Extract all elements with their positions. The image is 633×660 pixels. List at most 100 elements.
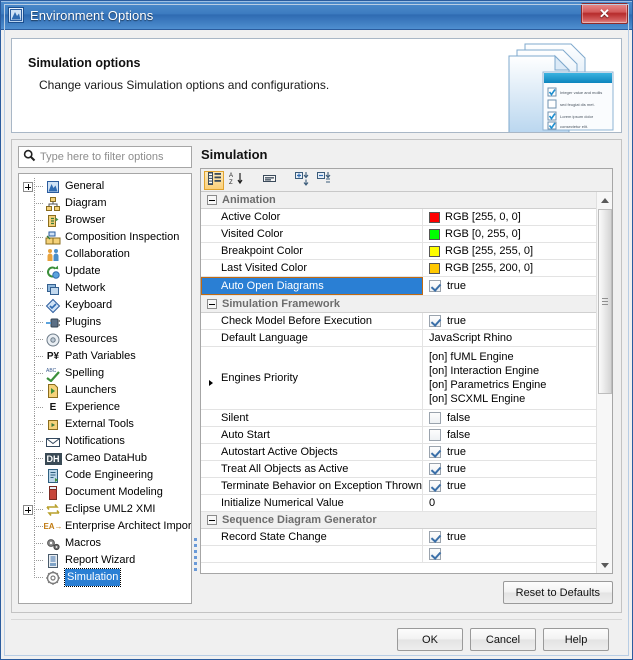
tree-item-plugins[interactable]: Plugins <box>19 314 191 331</box>
property-row[interactable]: Engines Priority [on] fUML Engine [on] Int… <box>201 347 596 410</box>
property-name-cell[interactable]: Auto Open Diagrams <box>201 277 423 295</box>
property-checkbox[interactable] <box>429 315 441 327</box>
search-input[interactable] <box>36 150 187 164</box>
tree-item-cameo-datahub[interactable]: DH Cameo DataHub <box>19 450 191 467</box>
property-row[interactable]: Initialize Numerical Value 0 <box>201 495 596 512</box>
property-row[interactable]: Terminate Behavior on Exception Thrown tr… <box>201 478 596 495</box>
tree-item-experience[interactable]: E Experience <box>19 399 191 416</box>
collapse-toggle-icon[interactable] <box>207 299 217 309</box>
property-name-cell[interactable]: Engines Priority <box>201 347 423 409</box>
tree-item-enterprise-architect-import[interactable]: EA→ Enterprise Architect Import <box>19 518 191 535</box>
property-value-cell[interactable]: [on] fUML Engine [on] Interaction Engine [… <box>423 347 596 409</box>
property-name-cell[interactable]: Active Color <box>201 209 423 225</box>
collapse-toggle-icon[interactable] <box>207 195 217 205</box>
property-checkbox[interactable] <box>429 531 441 543</box>
tree-item-code-engineering[interactable]: Code Engineering <box>19 467 191 484</box>
property-value-cell[interactable]: RGB [0, 255, 0] <box>423 226 596 242</box>
property-checkbox[interactable] <box>429 429 441 441</box>
filter-box[interactable] <box>18 146 192 168</box>
tree-item-launchers[interactable]: Launchers <box>19 382 191 399</box>
property-row[interactable]: Record State Change true <box>201 529 596 546</box>
tree-item-update[interactable]: Update <box>19 263 191 280</box>
tree-item-keyboard[interactable]: Keyboard <box>19 297 191 314</box>
property-value-cell[interactable]: JavaScript Rhino <box>423 330 596 346</box>
property-name-cell[interactable]: Silent <box>201 410 423 426</box>
collapse-all-button[interactable] <box>314 171 334 190</box>
property-name-cell[interactable]: Autostart Active Objects <box>201 444 423 460</box>
property-row[interactable]: Auto Start false <box>201 427 596 444</box>
tree-item-notifications[interactable]: Notifications <box>19 433 191 450</box>
tree-item-network[interactable]: Network <box>19 280 191 297</box>
property-row[interactable]: Active Color RGB [255, 0, 0] <box>201 209 596 226</box>
tree-item-macros[interactable]: Macros <box>19 535 191 552</box>
property-row[interactable]: Default Language JavaScript Rhino <box>201 330 596 347</box>
property-name-cell[interactable]: Initialize Numerical Value <box>201 495 423 511</box>
property-row[interactable] <box>201 546 596 563</box>
tree-item-composition-inspection[interactable]: Composition Inspection <box>19 229 191 246</box>
property-value-cell[interactable]: true <box>423 444 596 460</box>
property-value-cell[interactable]: true <box>423 478 596 494</box>
property-value-cell[interactable]: true <box>423 461 596 477</box>
property-name-cell[interactable] <box>201 546 423 562</box>
property-row[interactable]: Auto Open Diagrams true <box>201 277 596 386</box>
expand-toggle-icon[interactable] <box>23 181 33 192</box>
options-tree[interactable]: General Diagram Browser Composition Inspect… <box>18 173 192 604</box>
property-checkbox[interactable] <box>429 446 441 458</box>
show-description-button[interactable] <box>259 171 279 190</box>
tree-item-external-tools[interactable]: External Tools <box>19 416 191 433</box>
close-button[interactable]: ✕ <box>581 3 628 24</box>
property-row[interactable]: Autostart Active Objects true <box>201 444 596 461</box>
tree-item-path-variables[interactable]: P¥ Path Variables <box>19 348 191 365</box>
tree-item-collaboration[interactable]: Collaboration <box>19 246 191 263</box>
tree-item-spelling[interactable]: ABC Spelling <box>19 365 191 382</box>
property-row[interactable]: Silent false <box>201 410 596 427</box>
scroll-up-button[interactable] <box>597 192 612 208</box>
property-checkbox[interactable] <box>429 412 441 424</box>
expand-toggle-icon[interactable] <box>23 504 33 515</box>
property-value-cell[interactable] <box>423 546 596 562</box>
property-name-cell[interactable]: Default Language <box>201 330 423 346</box>
tree-item-eclipse-uml2-xmi[interactable]: Eclipse UML2 XMI <box>19 501 191 518</box>
property-name-cell[interactable]: Terminate Behavior on Exception Thrown <box>201 478 423 494</box>
property-checkbox[interactable] <box>429 480 441 492</box>
property-name-cell[interactable]: Treat All Objects as Active <box>201 461 423 477</box>
tree-item-diagram[interactable]: Diagram <box>19 195 191 212</box>
property-value-cell[interactable]: true <box>423 529 596 545</box>
property-row[interactable]: Breakpoint Color RGB [255, 255, 0] <box>201 243 596 260</box>
property-name-cell[interactable]: Auto Start <box>201 427 423 443</box>
help-button[interactable]: Help <box>543 628 609 651</box>
property-checkbox[interactable] <box>429 548 441 560</box>
tree-item-report-wizard[interactable]: Report Wizard <box>19 552 191 569</box>
collapse-toggle-icon[interactable] <box>207 515 217 525</box>
property-checkbox[interactable] <box>429 280 441 292</box>
property-value-cell[interactable]: true <box>423 277 596 295</box>
property-name-cell[interactable]: Visited Color <box>201 226 423 242</box>
scrollbar-thumb[interactable] <box>598 209 612 394</box>
property-value-cell[interactable]: RGB [255, 0, 0] <box>423 209 596 225</box>
property-value-cell[interactable]: false <box>423 410 596 426</box>
property-row[interactable]: Check Model Before Execution true <box>201 313 596 330</box>
property-name-cell[interactable]: Last Visited Color <box>201 260 423 276</box>
cancel-button[interactable]: Cancel <box>470 628 536 651</box>
property-name-cell[interactable]: Record State Change <box>201 529 423 545</box>
tree-item-general[interactable]: General <box>19 178 191 195</box>
categorized-view-button[interactable] <box>204 170 224 190</box>
tree-item-browser[interactable]: Browser <box>19 212 191 229</box>
property-grid-scrollbar[interactable] <box>596 192 612 573</box>
property-row[interactable]: Treat All Objects as Active true <box>201 461 596 478</box>
tree-item-simulation[interactable]: Simulation <box>19 568 191 587</box>
property-value-cell[interactable]: 0 <box>423 495 596 511</box>
expand-all-button[interactable] <box>292 171 312 190</box>
property-row[interactable]: Last Visited Color RGB [255, 200, 0] <box>201 260 596 277</box>
property-row[interactable]: Visited Color RGB [0, 255, 0] <box>201 226 596 243</box>
ok-button[interactable]: OK <box>397 628 463 651</box>
property-value-cell[interactable]: RGB [255, 255, 0] <box>423 243 596 259</box>
property-value-cell[interactable]: RGB [255, 200, 0] <box>423 260 596 276</box>
pane-splitter[interactable] <box>192 140 200 612</box>
property-category-row[interactable]: Animation <box>201 192 596 209</box>
sort-alphabetically-button[interactable]: AZ <box>226 171 246 190</box>
property-checkbox[interactable] <box>429 463 441 475</box>
property-category-row[interactable]: Sequence Diagram Generator <box>201 512 596 529</box>
property-name-cell[interactable]: Check Model Before Execution <box>201 313 423 329</box>
tree-item-document-modeling[interactable]: Document Modeling <box>19 484 191 501</box>
